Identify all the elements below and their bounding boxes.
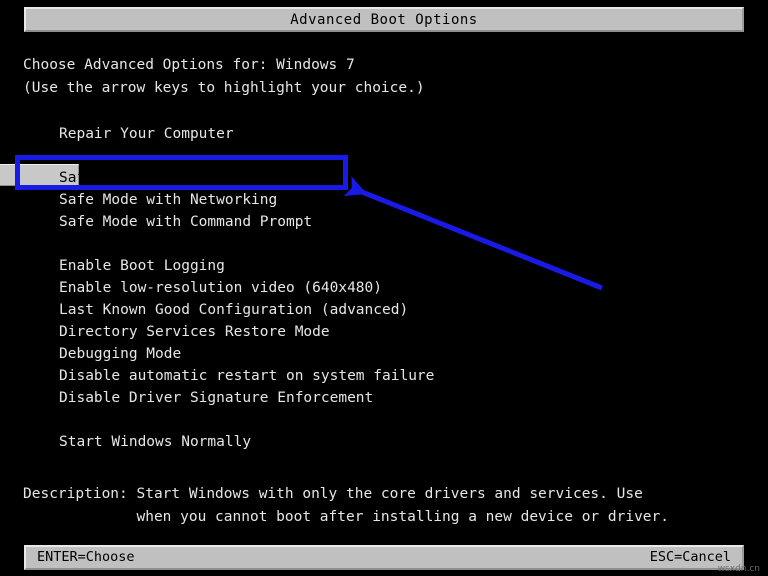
intro-line-1: Choose Advanced Options for: Windows 7	[23, 57, 355, 73]
watermark: wsxdn.cn	[717, 564, 760, 574]
menu-spacer	[59, 145, 699, 167]
menu-item-label: Safe Mode	[59, 170, 138, 186]
intro-line-2: (Use the arrow keys to highlight your ch…	[23, 80, 425, 96]
status-bar: ENTER=Choose ESC=Cancel	[24, 545, 744, 570]
enter-choose-hint: ENTER=Choose	[37, 548, 135, 565]
advanced-boot-options-screen: Advanced Boot Options Choose Advanced Op…	[0, 0, 768, 576]
menu-item-label: Start Windows Normally	[59, 434, 252, 450]
menu-item-label: Last Known Good Configuration (advanced)	[59, 302, 409, 318]
menu-item[interactable]: Safe Mode with Command Prompt	[59, 211, 699, 233]
menu-item-label: Safe Mode with Networking	[59, 192, 278, 208]
menu-item[interactable]: Start Windows Normally	[59, 431, 699, 453]
description-line-2: when you cannot boot after installing a …	[23, 509, 670, 525]
menu-item[interactable]: Disable automatic restart on system fail…	[59, 365, 699, 387]
menu-item-label: Enable low-resolution video (640x480)	[59, 280, 383, 296]
menu-item[interactable]: Safe Mode with Networking	[59, 189, 699, 211]
description-line-1: Description: Start Windows with only the…	[23, 486, 643, 502]
menu-item-label: Disable automatic restart on system fail…	[59, 368, 435, 384]
esc-cancel-hint: ESC=Cancel	[649, 548, 731, 565]
menu-spacer	[59, 409, 699, 431]
menu-item-label: Disable Driver Signature Enforcement	[59, 390, 374, 406]
menu-item[interactable]: Repair Your Computer	[59, 123, 699, 145]
menu-item[interactable]: Enable Boot Logging	[59, 255, 699, 277]
menu-item[interactable]: Disable Driver Signature Enforcement	[59, 387, 699, 409]
page-title: Advanced Boot Options	[290, 11, 478, 28]
menu-spacer	[59, 233, 699, 255]
menu-item-label: Enable Boot Logging	[59, 258, 225, 274]
title-bar: Advanced Boot Options	[24, 7, 744, 32]
menu-item[interactable]: Last Known Good Configuration (advanced)	[59, 299, 699, 321]
menu-item[interactable]: Directory Services Restore Mode	[59, 321, 699, 343]
menu-item-label: Debugging Mode	[59, 346, 182, 362]
menu-item[interactable]: Enable low-resolution video (640x480)	[59, 277, 699, 299]
menu-item-label: Directory Services Restore Mode	[59, 324, 330, 340]
menu-item[interactable]: Debugging Mode	[59, 343, 699, 365]
menu-item-label: Safe Mode with Command Prompt	[59, 214, 313, 230]
boot-options-menu: Repair Your Computer Safe Mode Safe Mode w…	[59, 123, 699, 453]
menu-item[interactable]: Safe Mode	[59, 167, 699, 189]
menu-item-label: Repair Your Computer	[59, 126, 234, 142]
